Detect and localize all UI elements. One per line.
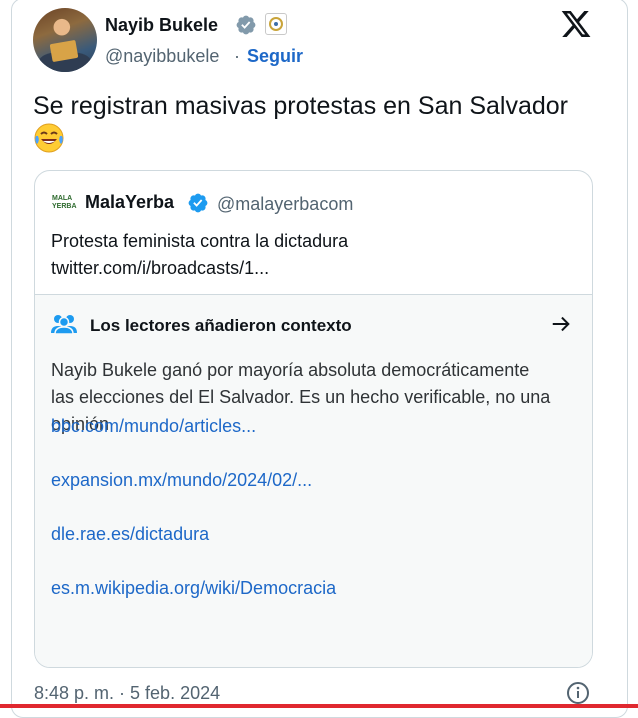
context-link-expansion[interactable]: expansion.mx/mundo/2024/02/... <box>51 470 312 491</box>
verified-badge-icon <box>236 15 256 35</box>
verified-badge-icon <box>188 193 208 213</box>
author-handle[interactable]: @nayibbukele <box>105 46 219 67</box>
quoted-tweet[interactable]: MALA YERBA MalaYerba @malayerbacom Prote… <box>34 170 593 668</box>
malayerba-logo: MALA YERBA <box>52 192 78 216</box>
arrow-right-icon[interactable] <box>550 313 572 335</box>
seal-center <box>274 22 278 26</box>
people-icon <box>51 315 77 335</box>
quoted-author-handle[interactable]: @malayerbacom <box>217 194 353 215</box>
laughing-tears-emoji-icon <box>33 122 65 154</box>
context-link-bbc[interactable]: bbc.com/mundo/articles... <box>51 416 256 437</box>
author-avatar[interactable] <box>33 8 97 72</box>
quoted-text: Protesta feminista contra la dictadura t… <box>51 228 571 282</box>
follow-button[interactable]: Seguir <box>247 46 303 67</box>
context-link-wikipedia[interactable]: es.m.wikipedia.org/wiki/Democracia <box>51 578 336 599</box>
author-name[interactable]: Nayib Bukele <box>105 15 218 36</box>
malayerba-logo-text: MALA YERBA <box>52 195 77 210</box>
info-icon[interactable] <box>566 681 590 705</box>
quoted-author-name[interactable]: MalaYerba <box>85 192 174 213</box>
community-notes[interactable]: Los lectores añadieron contexto Nayib Bu… <box>35 294 592 667</box>
emoji-graphic <box>34 123 64 153</box>
context-link-rae[interactable]: dle.rae.es/dictadura <box>51 524 209 545</box>
quoted-broadcast-link[interactable]: twitter.com/i/broadcasts/1... <box>51 255 571 282</box>
bottom-accent-bar <box>0 704 638 708</box>
government-seal-icon <box>265 13 287 35</box>
tweet-timestamp[interactable]: 8:48 p. m. · 5 feb. 2024 <box>34 683 220 704</box>
x-logo-icon[interactable] <box>560 8 592 40</box>
tweet-text: Se registran masivas protestas en San Sa… <box>33 90 613 154</box>
handle-separator: · <box>234 46 240 66</box>
tweet-text-content: Se registran masivas protestas en San Sa… <box>33 92 568 120</box>
quoted-text-line: Protesta feminista contra la dictadura <box>51 231 349 251</box>
context-title: Los lectores añadieron contexto <box>90 316 352 335</box>
